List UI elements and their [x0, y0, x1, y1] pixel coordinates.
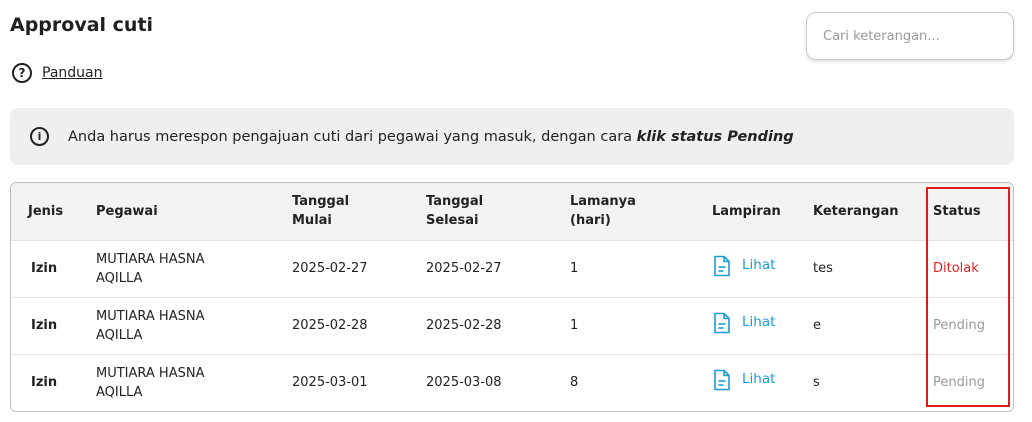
info-text-main: Anda harus merespon pengajuan cuti dari …: [68, 128, 637, 145]
column-header-tanggal-mulai-text: Tanggal Mulai: [292, 194, 350, 229]
attachment-label[interactable]: Lihat: [742, 256, 775, 275]
status-pending-button[interactable]: Pending: [933, 318, 985, 333]
cell-status: Pending: [927, 297, 1013, 354]
question-circle-icon: ?: [12, 63, 32, 83]
cell-pegawai-text: MUTIARA HASNA AQILLA: [96, 251, 205, 286]
cell-lamanya: 1: [570, 318, 579, 333]
cell-keterangan: tes: [813, 261, 833, 276]
table-row: Izin MUTIARA HASNA AQILLA 2025-02-28 202…: [11, 297, 1013, 354]
column-header-tanggal-selesai-text: Tanggal Selesai: [426, 194, 484, 229]
cell-tanggal-selesai: 2025-02-28: [426, 318, 502, 333]
cell-status: Pending: [927, 354, 1013, 411]
status-badge: Ditolak: [933, 261, 979, 276]
column-header-pegawai: Pegawai: [96, 203, 158, 219]
attachment-link[interactable]: Lihat: [712, 255, 775, 277]
attachment-label[interactable]: Lihat: [742, 370, 775, 389]
info-text: Anda harus merespon pengajuan cuti dari …: [68, 129, 794, 145]
info-circle-icon: i: [30, 127, 49, 146]
cell-pegawai: MUTIARA HASNA AQILLA: [83, 354, 292, 411]
search-input[interactable]: [807, 13, 1013, 59]
column-header-lamanya: Lamanya (hari): [570, 183, 712, 240]
cell-pegawai: MUTIARA HASNA AQILLA: [83, 240, 292, 297]
cell-lamanya: 8: [570, 375, 579, 391]
column-header-tanggal-selesai: Tanggal Selesai: [426, 183, 570, 240]
cell-tanggal-mulai: 2025-02-28: [292, 318, 368, 333]
column-header-jenis: Jenis: [28, 203, 64, 219]
table-row: Izin MUTIARA HASNA AQILLA 2025-02-27 202…: [11, 240, 1013, 297]
status-pending-button[interactable]: Pending: [933, 375, 985, 390]
guide-link[interactable]: ? Panduan: [12, 62, 102, 84]
table-header-row: Jenis Pegawai Tanggal Mulai Tanggal Sele…: [11, 183, 1013, 240]
cell-tanggal-mulai: 2025-02-27: [292, 261, 368, 276]
cell-lamanya: 1: [570, 261, 579, 276]
cell-lampiran: Lihat: [712, 297, 813, 354]
table-row: Izin MUTIARA HASNA AQILLA 2025-03-01 202…: [11, 354, 1013, 411]
cell-lampiran: Lihat: [712, 240, 813, 297]
cell-tanggal-selesai: 2025-03-08: [426, 375, 502, 391]
column-header-lampiran: Lampiran: [712, 203, 781, 219]
cell-jenis: Izin: [31, 318, 58, 333]
column-header-keterangan: Keterangan: [813, 203, 899, 219]
cell-pegawai: MUTIARA HASNA AQILLA: [83, 297, 292, 354]
column-header-tanggal-mulai: Tanggal Mulai: [292, 183, 426, 240]
column-header-status: Status: [933, 203, 981, 219]
document-icon: [714, 255, 730, 276]
cell-tanggal-selesai: 2025-02-27: [426, 261, 502, 276]
info-banner: i Anda harus merespon pengajuan cuti dar…: [10, 108, 1014, 165]
guide-label[interactable]: Panduan: [42, 65, 102, 81]
info-text-emphasis: klik status Pending: [636, 128, 794, 145]
attachment-link[interactable]: Lihat: [712, 312, 775, 334]
attachment-link[interactable]: Lihat: [712, 369, 775, 391]
cell-status: Ditolak: [927, 240, 1013, 297]
cell-keterangan: s: [813, 375, 820, 391]
cell-pegawai-text: MUTIARA HASNA AQILLA: [96, 308, 205, 343]
column-header-lamanya-text: Lamanya (hari): [570, 194, 636, 229]
cell-tanggal-mulai: 2025-03-01: [292, 375, 368, 391]
cell-jenis: Izin: [31, 375, 58, 391]
document-icon: [714, 312, 730, 333]
search-box[interactable]: [806, 12, 1014, 60]
cell-jenis: Izin: [31, 261, 58, 276]
cell-keterangan: e: [813, 318, 821, 333]
attachment-label[interactable]: Lihat: [742, 313, 775, 332]
leave-table: Jenis Pegawai Tanggal Mulai Tanggal Sele…: [10, 182, 1014, 412]
document-icon: [714, 369, 730, 391]
page-title: Approval cuti: [10, 14, 154, 36]
cell-pegawai-text: MUTIARA HASNA AQILLA: [96, 365, 205, 400]
cell-lampiran: Lihat: [712, 354, 813, 411]
